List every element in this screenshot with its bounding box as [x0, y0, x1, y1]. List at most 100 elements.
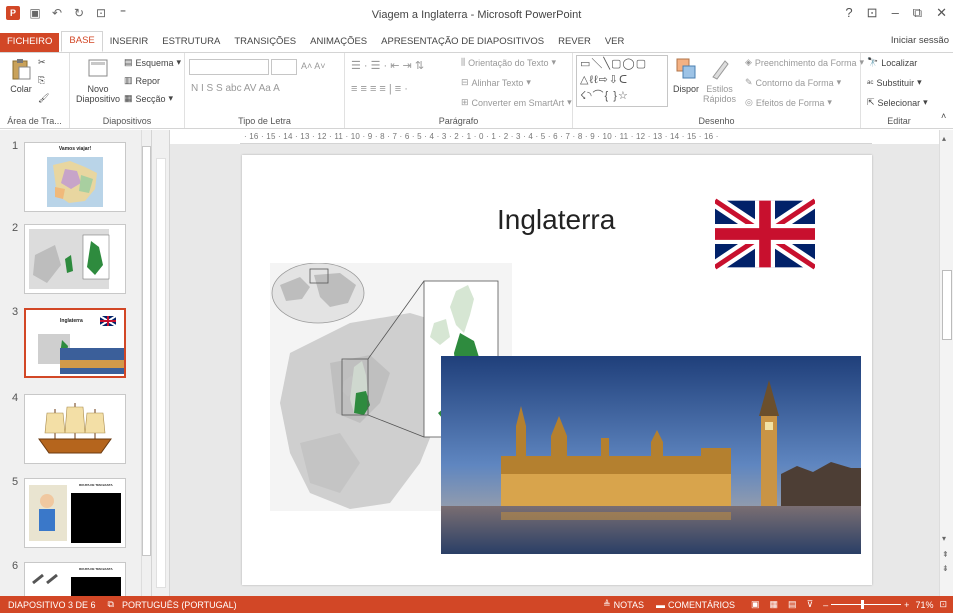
next-slide-icon[interactable]: ⇟ [942, 564, 949, 573]
paste-button[interactable]: Colar [10, 57, 32, 94]
notes-icon[interactable]: ≜ [603, 599, 611, 610]
select-icon: ⇱ [867, 97, 875, 107]
font-name-field[interactable] [189, 59, 269, 75]
slide-thumbnail-1[interactable]: Vamos viajar! [24, 142, 126, 212]
grow-font-icon[interactable]: A˄ A˅ [301, 61, 326, 71]
shapes-gallery[interactable]: ▭＼╲▢◯▢ △ℓℓ⇨⇩ᑕ ☇◝⌒{ }☆ [576, 55, 668, 107]
comments-icon[interactable]: ▬ [656, 600, 665, 610]
editing-label: Editar [887, 116, 911, 126]
scroll-down-icon[interactable]: ▾ [942, 534, 946, 543]
new-slide-icon [88, 59, 108, 77]
font-label: Tipo de Letra [238, 116, 291, 126]
language-indicator[interactable]: PORTUGUÊS (PORTUGAL) [122, 600, 237, 610]
slides-label: Diapositivos [102, 116, 152, 126]
scroll-up-icon[interactable]: ▴ [942, 134, 946, 143]
slide-sorter-icon[interactable]: ▦ [770, 599, 779, 610]
replace-button[interactable]: ᵃᶜ Substituir ▾ [867, 77, 922, 88]
zoom-in-icon[interactable]: + [904, 600, 909, 610]
tab-slideshow[interactable]: APRESENTAÇÃO DE DIAPOSITIVOS [374, 33, 551, 52]
save-icon[interactable]: ▣ [28, 6, 42, 20]
slide-thumbnail-6[interactable]: ROUPA DE TEM BASTA [24, 562, 126, 596]
editing-group: 🔭 Localizar ᵃᶜ Substituir ▾ ⇱ Selecionar ▾ … [861, 53, 937, 128]
slideshow-icon[interactable]: ⊽ [807, 599, 814, 610]
section-button[interactable]: ▦ Secção ▾ [124, 93, 173, 104]
cut-icon[interactable]: ✂ [38, 57, 46, 68]
tab-animations[interactable]: ANIMAÇÕES [303, 33, 374, 52]
replace-icon: ᵃᶜ [867, 77, 874, 88]
shape-outline-button[interactable]: ✎ Contorno da Forma ▾ [745, 77, 841, 88]
tab-review[interactable]: REVER [551, 33, 598, 52]
vertical-ruler [152, 130, 170, 596]
zoom-level[interactable]: 71% [915, 600, 933, 610]
slide-thumbnail-5[interactable]: ROUPA DE TEM BASTA [24, 478, 126, 548]
title-bar: P ▣ ↶ ↻ ⊡ ⁼ Viagem a Inglaterra - Micros… [0, 0, 953, 30]
thumb-slide-preview [32, 573, 121, 596]
undo-icon[interactable]: ↶ [50, 6, 64, 20]
text-direction-button[interactable]: ⫼ Orientação do Texto ▾ [461, 57, 556, 68]
smartart-icon: ⊞ [461, 97, 469, 107]
reset-button[interactable]: ▥ Repor [124, 75, 160, 86]
status-bar: DIAPOSITIVO 3 DE 6 ⧉ PORTUGUÊS (PORTUGAL… [0, 596, 953, 613]
shape-fill-button[interactable]: ◈ Preenchimento da Forma ▾ [745, 57, 864, 68]
layout-button[interactable]: ▤ Esquema ▾ [124, 57, 181, 68]
redo-icon[interactable]: ↻ [72, 6, 86, 20]
close-button[interactable]: ✕ [936, 5, 947, 21]
font-size-field[interactable] [271, 59, 297, 75]
shape-effects-button[interactable]: ◎ Efeitos de Forma ▾ [745, 97, 832, 108]
collapse-ribbon-icon[interactable]: ˄ [941, 111, 946, 121]
thumbnail-scroll-thumb[interactable] [142, 146, 151, 556]
slide-thumbnail-3[interactable]: Inglaterra [24, 308, 126, 378]
normal-view-icon[interactable]: ▣ [751, 599, 760, 610]
uk-flag-image[interactable] [715, 194, 815, 274]
tab-file[interactable]: FICHEIRO [0, 33, 60, 52]
thumb-number: 6 [12, 560, 19, 572]
quick-styles-button[interactable]: Estilos Rápidos [703, 57, 736, 104]
font-format-buttons[interactable]: N I S S abc AV Aa A [191, 83, 280, 94]
zoom-out-icon[interactable]: – [823, 600, 828, 610]
tab-design[interactable]: ESTRUTURA [155, 33, 227, 52]
previous-slide-icon[interactable]: ⇞ [942, 550, 949, 559]
notes-button[interactable]: NOTAS [614, 600, 644, 610]
zoom-slider-handle[interactable] [861, 600, 865, 609]
slide-vertical-scrollbar[interactable]: ▴ ▾ ⇞ ⇟ [939, 130, 953, 596]
slides-group: Novo Diapositivo ▤ Esquema ▾ ▥ Repor ▦ Secç… [70, 53, 185, 128]
arrange-button[interactable]: Dispor [673, 57, 699, 94]
customize-qat-icon[interactable]: ⁼ [116, 6, 130, 20]
tab-home[interactable]: BASE [61, 31, 103, 52]
reading-view-icon[interactable]: ▤ [788, 599, 797, 610]
slide-thumbnail-2[interactable] [24, 224, 126, 294]
format-painter-icon[interactable]: 🖌 [38, 93, 49, 104]
tab-transitions[interactable]: TRANSIÇÕES [227, 33, 303, 52]
quick-access-toolbar: P ▣ ↶ ↻ ⊡ ⁼ [6, 6, 130, 20]
slide-title[interactable]: Inglaterra [497, 204, 615, 236]
vertical-ruler-track [156, 158, 166, 588]
slide-scroll-thumb[interactable] [942, 270, 952, 340]
restore-button[interactable]: ⧉ [913, 5, 922, 21]
font-group: A˄ A˅ N I S S abc AV Aa A Tipo de Letra [185, 53, 345, 128]
select-button[interactable]: ⇱ Selecionar ▾ [867, 97, 928, 108]
westminster-photo[interactable] [441, 356, 861, 554]
fit-slide-icon[interactable]: ⊡ [939, 599, 947, 610]
smartart-button[interactable]: ⊞ Converter em SmartArt ▾ [461, 97, 572, 108]
powerpoint-icon[interactable]: P [6, 6, 20, 20]
align-buttons[interactable]: ≡ ≡ ≡ ≡ | ≡ · [351, 83, 408, 95]
zoom-slider[interactable] [831, 600, 902, 609]
align-text-button[interactable]: ⊟ Alinhar Texto ▾ [461, 77, 531, 88]
spellcheck-icon[interactable]: ⧉ [108, 599, 114, 610]
start-presentation-icon[interactable]: ⊡ [94, 6, 108, 20]
sign-in-link[interactable]: Iniciar sessão [891, 35, 949, 46]
help-button[interactable]: ? [845, 5, 852, 21]
slide-thumbnail-pane: 1 Vamos viajar! 2 3 Inglaterra 4 5 ROUPA… [0, 130, 152, 596]
list-buttons[interactable]: ☰ · ☰ · ⇤ ⇥ ⇅ [351, 59, 424, 72]
copy-icon[interactable]: ⎘ [38, 75, 45, 86]
slide-thumbnail-4[interactable] [24, 394, 126, 464]
ribbon-display-icon[interactable]: ⊡ [867, 5, 878, 21]
comments-button[interactable]: COMENTÁRIOS [668, 600, 735, 610]
thumbnail-scrollbar[interactable] [141, 130, 151, 596]
thumb-number: 3 [12, 306, 19, 318]
tab-insert[interactable]: INSERIR [103, 33, 156, 52]
find-button[interactable]: 🔭 Localizar [867, 57, 917, 68]
tab-view[interactable]: VER [598, 33, 632, 52]
new-slide-button[interactable]: Novo Diapositivo [76, 57, 120, 104]
minimize-button[interactable]: – [892, 5, 899, 21]
